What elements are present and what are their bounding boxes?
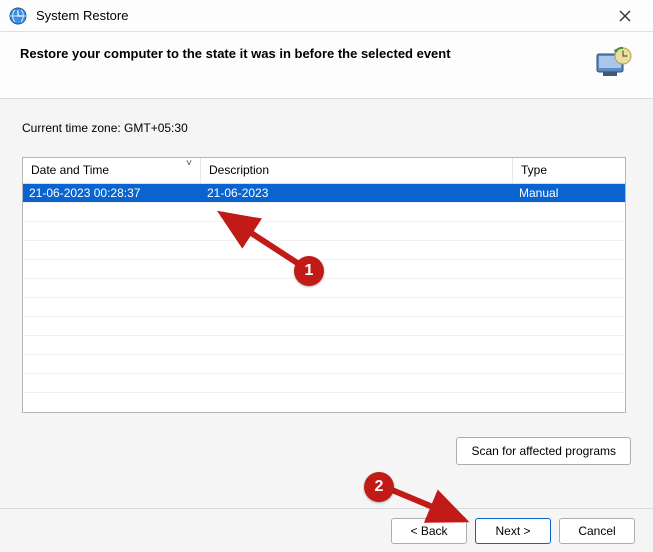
content-area: Current time zone: GMT+05:30 Date and Ti… xyxy=(0,99,653,423)
close-button[interactable] xyxy=(605,2,645,30)
cancel-button[interactable]: Cancel xyxy=(559,518,635,544)
scan-affected-button[interactable]: Scan for affected programs xyxy=(456,437,631,465)
next-button[interactable]: Next > xyxy=(475,518,551,544)
col-header-description[interactable]: Description xyxy=(201,158,513,183)
table-row[interactable] xyxy=(23,241,625,260)
table-row[interactable] xyxy=(23,279,625,298)
annotation-badge-2: 2 xyxy=(364,472,394,502)
cell-description: 21-06-2023 xyxy=(201,186,513,200)
col-header-date[interactable]: Date and Time xyxy=(23,158,201,183)
table-row[interactable] xyxy=(23,260,625,279)
cell-type: Manual xyxy=(513,186,625,200)
table-header-row: Date and Time Description Type xyxy=(23,158,625,184)
table-row[interactable]: 21-06-2023 00:28:37 21-06-2023 Manual xyxy=(23,184,625,203)
table-row[interactable] xyxy=(23,355,625,374)
restore-points-table: Date and Time Description Type 21-06-202… xyxy=(22,157,626,413)
timezone-label: Current time zone: GMT+05:30 xyxy=(22,121,631,135)
table-body: 21-06-2023 00:28:37 21-06-2023 Manual xyxy=(23,184,625,393)
table-row[interactable] xyxy=(23,336,625,355)
titlebar: System Restore xyxy=(0,0,653,32)
table-row[interactable] xyxy=(23,317,625,336)
table-row[interactable] xyxy=(23,203,625,222)
window-title: System Restore xyxy=(36,8,605,23)
col-header-type[interactable]: Type xyxy=(513,158,625,183)
header: Restore your computer to the state it wa… xyxy=(0,32,653,99)
annotation-badge-1: 1 xyxy=(294,256,324,286)
table-row[interactable] xyxy=(23,222,625,241)
scan-row: Scan for affected programs xyxy=(0,423,653,465)
back-button[interactable]: < Back xyxy=(391,518,467,544)
footer-bar: < Back Next > Cancel xyxy=(0,508,653,552)
system-restore-icon xyxy=(8,6,28,26)
page-heading: Restore your computer to the state it wa… xyxy=(20,46,593,61)
restore-monitor-icon xyxy=(593,46,633,82)
table-row[interactable] xyxy=(23,374,625,393)
table-row[interactable] xyxy=(23,298,625,317)
cell-date: 21-06-2023 00:28:37 xyxy=(23,186,201,200)
